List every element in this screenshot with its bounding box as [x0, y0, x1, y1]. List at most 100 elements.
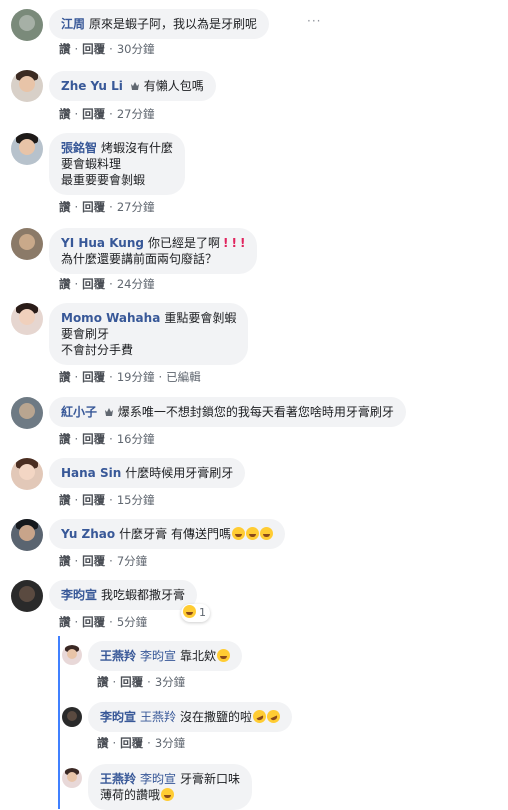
avatar[interactable] — [11, 580, 43, 612]
laughing-emoji-icon — [217, 649, 231, 662]
comment-bubble: 江周 原來是蝦子阿，我以為是牙刷呢 — [49, 9, 270, 39]
exclamation-icon: ! — [239, 236, 246, 250]
commenter-name[interactable]: Zhe Yu Li — [61, 79, 123, 93]
like-button[interactable]: 讚 — [59, 107, 71, 121]
like-button[interactable]: 讚 — [97, 675, 109, 689]
reply-bubble: 王燕羚 李昀宣 靠北欸 — [88, 641, 243, 671]
commenter-name[interactable]: 王燕羚 — [100, 649, 136, 663]
laughing-emoji-icon — [245, 527, 259, 540]
laughing-emoji-icon — [161, 788, 175, 801]
avatar[interactable] — [11, 228, 43, 260]
reply-actions: 讚 · 回覆 · 3分鐘 — [97, 736, 186, 750]
edited-label[interactable]: 已編輯 — [166, 370, 201, 384]
comment-actions: 讚 · 回覆 · 19分鐘 · 已編輯 — [59, 370, 201, 384]
timestamp[interactable]: 19分鐘 — [117, 370, 155, 384]
comment-text: 為什麼還要講前面兩句廢話？ — [61, 252, 218, 266]
comment-actions: 讚 · 回覆 · 27分鐘 — [59, 200, 155, 214]
comment-text: 要會蝦料理 — [61, 157, 122, 171]
reply-button[interactable]: 回覆 — [82, 493, 105, 507]
reply-button[interactable]: 回覆 — [82, 615, 105, 629]
timestamp[interactable]: 27分鐘 — [117, 200, 155, 214]
avatar[interactable] — [11, 397, 43, 429]
reply-button[interactable]: 回覆 — [82, 277, 105, 291]
commenter-name[interactable]: 王燕羚 — [100, 772, 136, 786]
like-button[interactable]: 讚 — [59, 370, 71, 384]
comment-text: 爆系唯一不想封鎖您的我每天看著您啥時用牙膏刷牙 — [117, 405, 394, 419]
reply-button[interactable]: 回覆 — [82, 370, 105, 384]
comment-text: 原來是蝦子阿，我以為是牙刷呢 — [89, 17, 258, 31]
more-options-icon[interactable]: ··· — [307, 14, 325, 28]
comment-text: 有懶人包嗎 — [143, 79, 204, 93]
reply-button[interactable]: 回覆 — [82, 432, 105, 446]
reply-button[interactable]: 回覆 — [120, 736, 143, 750]
reply-button[interactable]: 回覆 — [82, 42, 105, 56]
avatar[interactable] — [11, 519, 43, 551]
comment-bubble: 張銘智 烤蝦沒有什麼 要會蝦料理 最重要要會剝蝦 — [49, 133, 186, 195]
mention-link[interactable]: 李昀宣 — [140, 649, 176, 663]
comment-text: 什麼牙膏 有傳送門嗎 — [119, 527, 231, 541]
timestamp[interactable]: 24分鐘 — [117, 277, 155, 291]
comment-actions: 讚 · 回覆 · 24分鐘 — [59, 277, 155, 291]
like-button[interactable]: 讚 — [59, 493, 71, 507]
commenter-name[interactable]: 李昀宣 — [100, 710, 136, 724]
comment-actions: 讚 · 回覆 · 5分鐘 — [59, 615, 148, 629]
commenter-name[interactable]: 江周 — [61, 17, 85, 31]
reply-button[interactable]: 回覆 — [82, 200, 105, 214]
commenter-name[interactable]: 張銘智 — [61, 141, 97, 155]
comment-text: 我吃蝦都撒牙膏 — [101, 588, 186, 602]
comment-actions: 讚 · 回覆 · 27分鐘 — [59, 107, 155, 121]
comment-text: 最重要要會剝蝦 — [61, 173, 146, 187]
commenter-name[interactable]: YI Hua Kung — [61, 236, 144, 250]
avatar[interactable] — [62, 768, 82, 788]
like-button[interactable]: 讚 — [59, 200, 71, 214]
reply-actions: 讚 · 回覆 · 3分鐘 — [97, 675, 186, 689]
reply-bubble: 李昀宣 王燕羚 沒在撒鹽的啦 — [88, 702, 293, 732]
comment-text: 你已經是了啊 — [147, 236, 220, 250]
comment-text: 烤蝦沒有什麼 — [101, 141, 174, 155]
laughing-emoji-icon — [259, 527, 273, 540]
timestamp[interactable]: 16分鐘 — [117, 432, 155, 446]
avatar[interactable] — [62, 645, 82, 665]
reaction-count[interactable]: 1 — [181, 604, 210, 622]
avatar[interactable] — [11, 133, 43, 165]
avatar[interactable] — [62, 707, 82, 727]
avatar[interactable] — [11, 458, 43, 490]
timestamp[interactable]: 30分鐘 — [117, 42, 155, 56]
timestamp[interactable]: 5分鐘 — [117, 615, 147, 629]
reply-button[interactable]: 回覆 — [82, 107, 105, 121]
exclamation-icon: ! — [222, 236, 229, 250]
like-button[interactable]: 讚 — [59, 42, 71, 56]
mention-link[interactable]: 李昀宣 — [140, 772, 176, 786]
commenter-name[interactable]: Momo Wahaha — [61, 311, 160, 325]
timestamp[interactable]: 3分鐘 — [155, 736, 185, 750]
commenter-name[interactable]: Yu Zhao — [61, 527, 115, 541]
reply-thread-line — [58, 636, 60, 809]
like-button[interactable]: 讚 — [97, 736, 109, 750]
avatar[interactable] — [11, 303, 43, 335]
timestamp[interactable]: 3分鐘 — [155, 675, 185, 689]
comment-text: 不會討分手費 — [61, 343, 134, 357]
comment-bubble: Zhe Yu Li 有懶人包嗎 — [49, 71, 216, 101]
commenter-name[interactable]: 李昀宣 — [61, 588, 97, 602]
mention-link[interactable]: 王燕羚 — [140, 710, 176, 724]
commenter-name[interactable]: Hana Sin — [61, 466, 121, 480]
like-button[interactable]: 讚 — [59, 277, 71, 291]
reply-button[interactable]: 回覆 — [120, 675, 143, 689]
top-fan-badge-icon — [130, 82, 139, 90]
like-button[interactable]: 讚 — [59, 432, 71, 446]
avatar[interactable] — [11, 9, 43, 41]
comment-text: 什麼時候用牙膏刷牙 — [125, 466, 234, 480]
commenter-name[interactable]: 紅小子 — [61, 405, 97, 419]
exclamation-icon: ! — [231, 236, 237, 250]
like-button[interactable]: 讚 — [59, 615, 71, 629]
like-button[interactable]: 讚 — [59, 554, 71, 568]
comment-bubble: 紅小子 爆系唯一不想封鎖您的我每天看著您啥時用牙膏刷牙 — [49, 397, 406, 427]
comment-actions: 讚 · 回覆 · 7分鐘 — [59, 554, 148, 568]
timestamp[interactable]: 7分鐘 — [117, 554, 147, 568]
avatar[interactable] — [11, 70, 43, 102]
reply-text: 牙膏新口味 — [180, 772, 241, 786]
reply-bubble: 王燕羚 李昀宣 牙膏新口味 薄荷的讚哦 — [88, 764, 253, 810]
timestamp[interactable]: 27分鐘 — [117, 107, 155, 121]
timestamp[interactable]: 15分鐘 — [117, 493, 155, 507]
reply-button[interactable]: 回覆 — [82, 554, 105, 568]
